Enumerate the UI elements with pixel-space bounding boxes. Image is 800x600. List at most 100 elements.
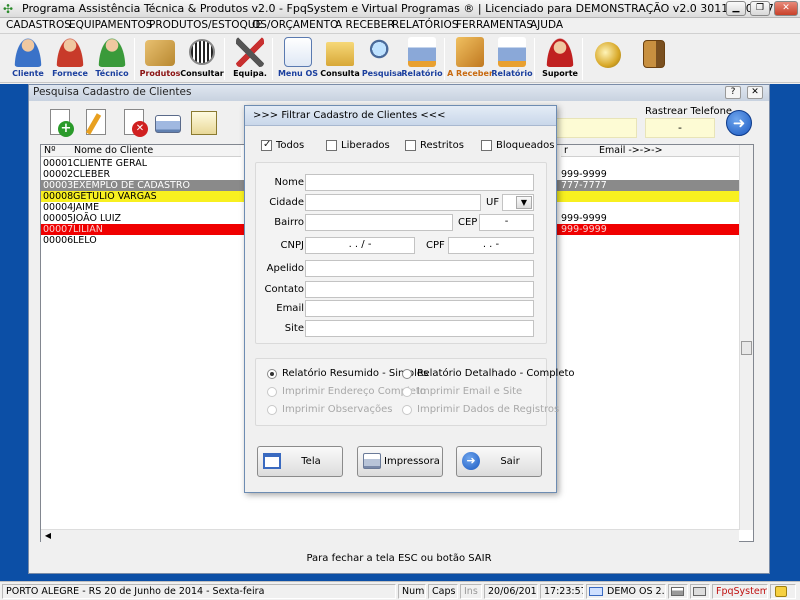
title-bar: ✣ Programa Assistência Técnica & Produto… [0,0,800,18]
coin-button[interactable] [586,34,630,82]
todos-checkbox[interactable]: ✓ [261,139,272,151]
printer-icon [363,453,381,469]
exit-button[interactable] [632,34,676,82]
menu-relatorios[interactable]: RELATÓRIOS [392,19,458,31]
status-tools[interactable] [690,584,710,599]
search-field[interactable] [555,118,637,138]
email-site-radio[interactable] [402,387,412,397]
sair-button[interactable]: ➜ Sair [456,446,542,477]
dropdown-arrow-icon[interactable]: ▼ [516,196,532,209]
header-nome[interactable]: Nome do Cliente [71,145,241,157]
toolbar-separator [582,38,583,80]
restritos-checkbox[interactable] [405,140,416,151]
cpf-input[interactable]: . . - [448,237,534,254]
help-button[interactable]: ? [725,86,741,99]
menu-produtos-estoque[interactable]: PRODUTOS/ESTOQUE [149,19,262,31]
scroll-thumb[interactable] [741,341,752,355]
window-title: Programa Assistência Técnica & Produtos … [22,2,788,15]
check-icon: ✓ [263,139,272,150]
rastrear-telefone-label: Rastrear Telefone [645,106,733,117]
status-location-date: PORTO ALEGRE - RS 20 de Junho de 2014 - … [2,584,396,599]
nome-label: Nome [274,177,305,188]
plus-icon: + [58,121,74,137]
header-email[interactable]: Email ->->-> [595,145,739,157]
money-icon [456,37,484,67]
window-close-button[interactable]: ✕ [747,86,763,99]
status-printer[interactable] [668,584,688,599]
apelido-input[interactable] [305,260,534,277]
tela-button[interactable]: Tela [257,446,343,477]
liberados-label: Liberados [341,140,390,151]
email-site-label: Imprimir Email e Site [417,386,523,397]
dados-registros-radio[interactable] [402,405,412,415]
impressora-button[interactable]: Impressora [357,446,443,477]
tools-icon [236,37,264,67]
endereco-radio[interactable] [267,387,277,397]
filter-dialog-title: >>> Filtrar Cadastro de Clientes <<< [253,110,446,121]
cidade-input[interactable] [305,194,481,211]
apelido-label: Apelido [266,263,304,274]
menu-a-receber[interactable]: A RECEBER [335,19,395,31]
scroll-left-icon[interactable]: ◀ [42,530,54,541]
email-input[interactable] [305,300,534,317]
close-hint-text: Para fechar a tela ESC ou botão SAIR [306,553,492,564]
resumido-radio[interactable] [267,369,277,379]
client-person-icon [14,37,42,67]
go-arrow-button[interactable]: ➜ [726,110,752,136]
status-time: 17:23:57 [540,584,584,599]
cnpj-input[interactable]: . . / - [305,237,415,254]
contato-label: Contato [264,284,304,295]
menu-ajuda[interactable]: AJUDA [530,19,563,31]
fields-panel: Nome Cidade UF ▼ Bairro CEP - CNPJ . . /… [255,162,547,344]
header-telefone[interactable]: r [561,145,595,157]
suporte-button[interactable]: Suporte [538,34,582,82]
options-panel: Relatório Resumido - Simples Relatório D… [255,358,575,426]
site-input[interactable] [305,320,534,337]
cnpj-label: CNPJ [280,240,304,251]
add-client-button[interactable]: + [47,109,75,137]
nome-input[interactable] [305,174,534,191]
menu-bar: CADASTROS EQUIPAMENTOS PRODUTOS/ESTOQUE … [0,18,800,33]
support-agent-icon [546,37,574,67]
menu-cadastros[interactable]: CADASTROS [6,19,71,31]
detalhado-label: Relatório Detalhado - Completo [417,368,575,379]
report-client-button[interactable] [189,109,217,137]
technician-person-icon [98,37,126,67]
horizontal-scrollbar[interactable]: ◀ [41,529,739,542]
uf-select[interactable]: ▼ [502,194,534,211]
bloqueados-checkbox[interactable] [481,140,492,151]
bairro-input[interactable] [305,214,453,231]
magnifier-icon [368,37,396,67]
tecnico-button[interactable]: Técnico [90,34,134,82]
status-help[interactable] [770,584,796,599]
header-num[interactable]: Nº [41,145,71,157]
liberados-checkbox[interactable] [326,140,337,151]
menu-ferramentas[interactable]: FERRAMENTAS [456,19,533,31]
monitor-icon [589,587,603,596]
edit-client-button[interactable] [83,109,111,137]
detalhado-radio[interactable] [402,369,412,379]
menu-os-orcamento[interactable]: OS/ORÇAMENTO [252,19,338,31]
bloqueados-label: Bloqueados [496,140,555,151]
vertical-scrollbar[interactable] [739,145,753,530]
close-button[interactable]: ✕ [774,1,798,16]
relatorio-button[interactable]: Relatório [400,34,444,82]
search-window-titlebar: Pesquisa Cadastro de Clientes ? ✕ [29,85,769,101]
exit-door-icon [643,40,665,68]
consultar-button[interactable]: Consultar [180,34,224,82]
equipa-button[interactable]: Equipa. [228,34,272,82]
menu-equipamentos[interactable]: EQUIPAMENTOS [69,19,152,31]
print-client-button[interactable] [153,109,181,137]
minimize-button[interactable]: ▁ [726,1,746,16]
cep-input[interactable]: - [479,214,534,231]
rastrear-telefone-field[interactable]: - [645,118,715,138]
filter-dialog: >>> Filtrar Cadastro de Clientes <<< ✓ T… [244,105,575,493]
observacoes-radio[interactable] [267,405,277,415]
delete-client-button[interactable]: ✕ [121,109,149,137]
cpf-label: CPF [426,240,445,251]
relatorio2-button[interactable]: Relatório [490,34,534,82]
delete-x-icon: ✕ [132,121,148,137]
contato-input[interactable] [305,281,534,298]
maximize-button[interactable]: ❐ [750,1,770,16]
status-brand: FpqSystem [712,584,768,599]
